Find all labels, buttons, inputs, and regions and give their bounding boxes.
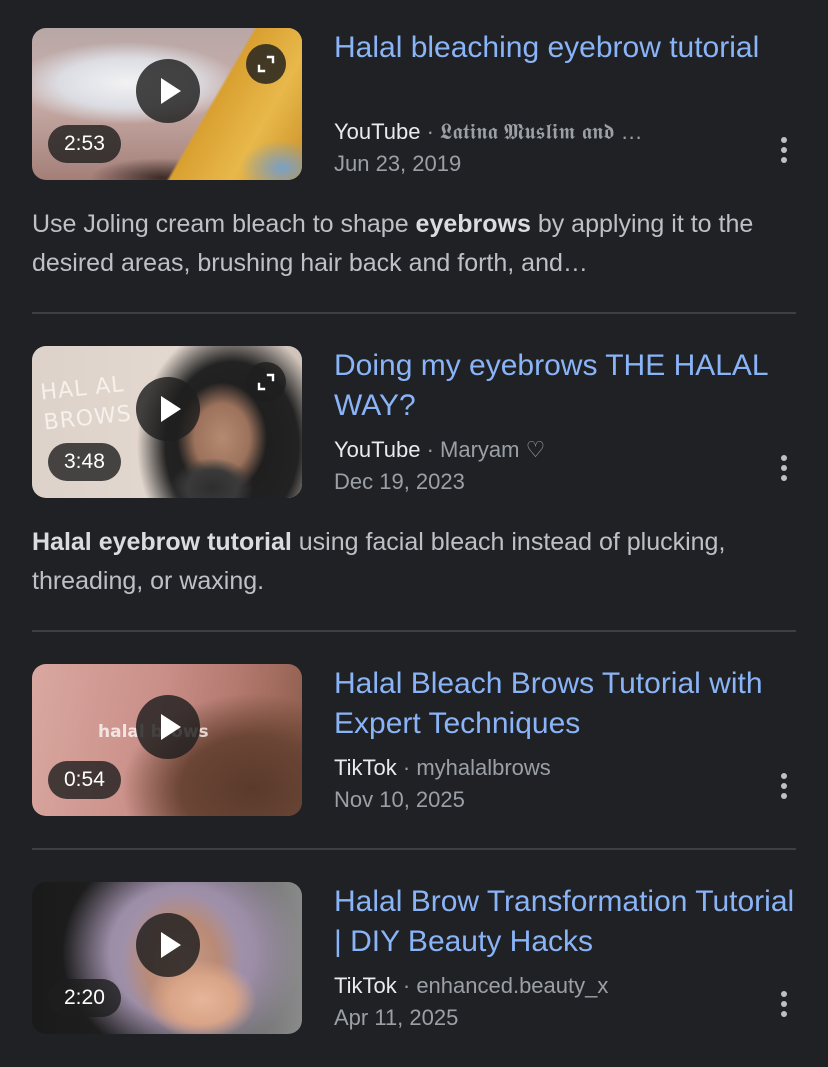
more-vert-icon [781,773,787,799]
source-name: TikTok [334,755,397,780]
play-icon [161,396,181,422]
result-source-line: YouTube · Maryam ♡ [334,434,734,466]
video-thumbnail[interactable]: 2:53 [32,28,302,180]
channel-name: Maryam ♡ [440,437,546,462]
divider [32,848,796,850]
source-name: YouTube [334,437,421,462]
meta-separator: · [396,973,417,998]
result-title-link[interactable]: Halal Bleach Brows Tutorial with Expert … [334,664,804,744]
video-duration: 3:48 [48,443,121,481]
snippet-text: Use Joling cream bleach to shape [32,210,416,238]
meta-separator: · [396,755,417,780]
expand-button[interactable] [246,44,286,84]
video-duration: 2:53 [48,125,121,163]
play-icon [161,932,181,958]
result-snippet: Use Joling cream bleach to shape eyebrow… [32,205,792,283]
source-name: YouTube [334,119,421,144]
play-icon [161,78,181,104]
play-button[interactable] [136,377,200,441]
video-duration: 2:20 [48,979,121,1017]
divider [32,630,796,632]
publish-date: Jun 23, 2019 [334,151,462,176]
divider [32,312,796,314]
meta-separator: · [420,119,441,144]
more-vert-icon [781,137,787,163]
snippet-highlight: Halal eyebrow tutorial [32,528,292,556]
result-source-line: YouTube · 𝕷𝖆𝖙𝖎𝖓𝖆 𝕸𝖚𝖘𝖑𝖎𝖒 𝖆𝖓𝖉 … [334,116,734,148]
video-duration: 0:54 [48,761,121,799]
publish-date: Apr 11, 2025 [334,1005,459,1030]
channel-name: enhanced.beauty_x [416,973,609,998]
expand-icon [257,55,275,73]
result-source-line: TikTok · myhalalbrows [334,752,734,784]
source-name: TikTok [334,973,397,998]
result-title-link[interactable]: Halal bleaching eyebrow tutorial [334,28,804,68]
more-options-button[interactable] [770,985,798,1025]
channel-name: 𝕷𝖆𝖙𝖎𝖓𝖆 𝕸𝖚𝖘𝖑𝖎𝖒 𝖆𝖓𝖉 … [440,119,643,144]
channel-name: myhalalbrows [416,755,551,780]
expand-icon [257,373,275,391]
play-button[interactable] [136,695,200,759]
result-snippet: Halal eyebrow tutorial using facial blea… [32,523,792,601]
result-source-line: TikTok · enhanced.beauty_x [334,970,734,1002]
result-title-link[interactable]: Doing my eyebrows THE HALAL WAY? [334,346,804,426]
publish-date: Nov 10, 2025 [334,787,465,812]
more-options-button[interactable] [770,767,798,807]
thumbnail-overlay-text: HAL AL BROWS [39,372,134,436]
video-thumbnail[interactable]: halal brows 0:54 [32,664,302,816]
video-thumbnail[interactable]: 2:20 [32,882,302,1034]
video-thumbnail[interactable]: HAL AL BROWS 3:48 [32,346,302,498]
play-button[interactable] [136,913,200,977]
result-title-link[interactable]: Halal Brow Transformation Tutorial | DIY… [334,882,804,962]
more-options-button[interactable] [770,449,798,489]
snippet-highlight: eyebrows [415,210,531,238]
play-icon [161,714,181,740]
more-options-button[interactable] [770,131,798,171]
expand-button[interactable] [246,362,286,402]
publish-date: Dec 19, 2023 [334,469,465,494]
more-vert-icon [781,455,787,481]
play-button[interactable] [136,59,200,123]
more-vert-icon [781,991,787,1017]
meta-separator: · [420,437,441,462]
